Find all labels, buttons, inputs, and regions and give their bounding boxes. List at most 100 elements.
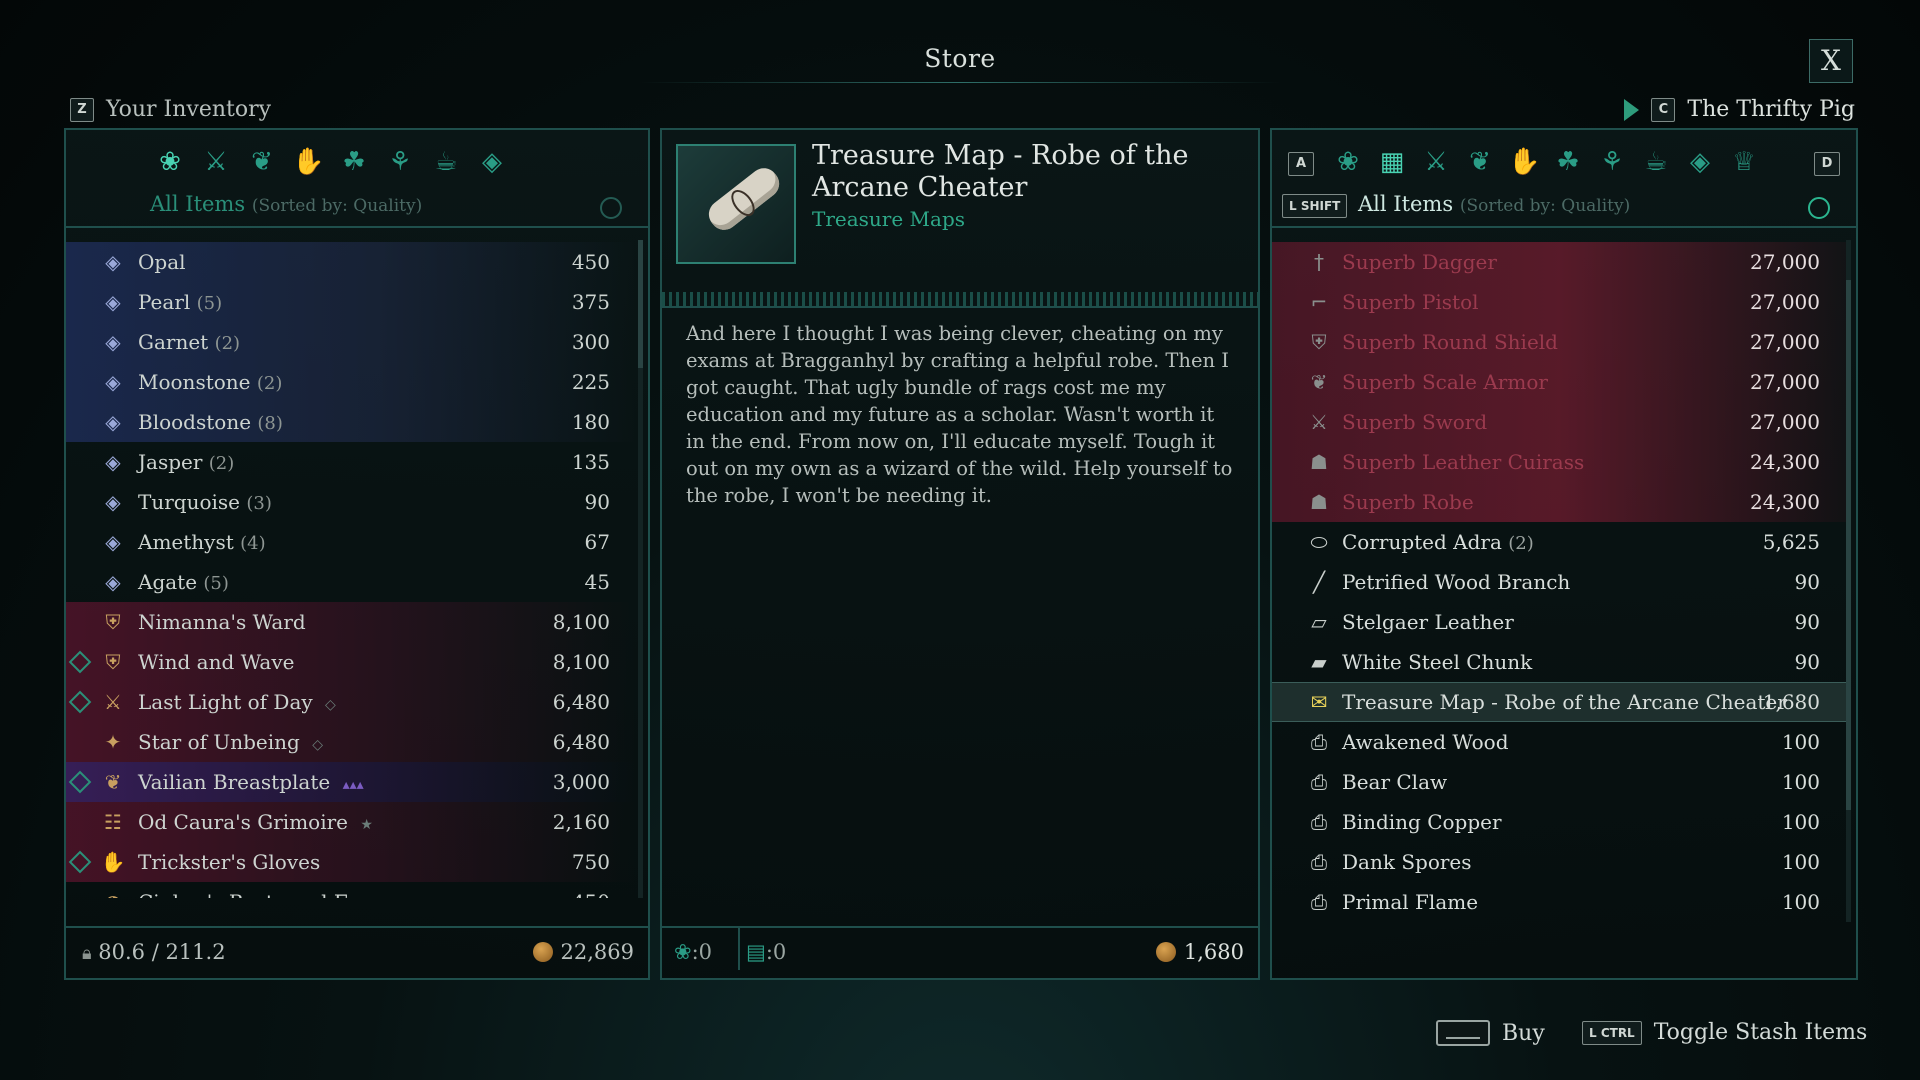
vendor-item-row[interactable]: ▱ Stelgaer Leather 90 (1272, 602, 1846, 642)
accessories-icon[interactable]: ✋ (1508, 146, 1540, 178)
vendor-scrollbar-thumb[interactable] (1846, 280, 1851, 810)
item-price: 6,480 (552, 690, 610, 714)
inventory-item-row[interactable]: ◈ Jasper (2) 135 (66, 442, 636, 482)
vendor-item-row[interactable]: ⛨ Superb Round Shield 27,000 (1272, 322, 1846, 362)
inventory-category-tabs: ❀ ⚔ ❦ ✋ ☘ ⚘ ☕ ◈ (154, 146, 508, 178)
key-hint-a: A (1288, 152, 1314, 176)
buy-label: Buy (1502, 1020, 1545, 1046)
misc-lamp-icon[interactable]: ☕ (430, 146, 462, 178)
vendor-item-row[interactable]: ☗ Superb Robe 24,300 (1272, 482, 1846, 522)
vendor-item-row[interactable]: ⎙ Binding Copper 100 (1272, 802, 1846, 842)
inventory-item-row[interactable]: ◈ Agate (5) 45 (66, 562, 636, 602)
toggle-stash-prompt[interactable]: L CTRL Toggle Stash Items (1582, 1020, 1867, 1045)
accessories-icon[interactable]: ✋ (292, 146, 324, 178)
footer-divider (66, 926, 648, 928)
item-name: Jasper (2) (138, 450, 235, 474)
item-price: 750 (571, 850, 610, 874)
vendor-item-row[interactable]: ⌐ Superb Pistol 27,000 (1272, 282, 1846, 322)
crown-icon[interactable]: ♕ (1728, 146, 1760, 178)
inventory-item-row[interactable]: ◈ Amethyst (4) 67 (66, 522, 636, 562)
vendor-item-row[interactable]: ❦ Superb Scale Armor 27,000 (1272, 362, 1846, 402)
inventory-item-row[interactable]: ⚔ Last Light of Day ◇ 6,480 (66, 682, 636, 722)
all-items-bag-icon[interactable]: ❀ (154, 146, 186, 178)
inventory-item-row[interactable]: ✦ Star of Unbeing ◇ 6,480 (66, 722, 636, 762)
item-price: 300 (571, 330, 610, 354)
inventory-item-row[interactable]: ◈ Opal 450 (66, 242, 636, 282)
inventory-item-row[interactable]: ◈ Moonstone (2) 225 (66, 362, 636, 402)
armor-icon[interactable]: ❦ (246, 146, 278, 178)
treasure-chest-icon[interactable]: ▦ (1376, 146, 1408, 178)
inventory-item-row[interactable]: ✋ Trickster's Gloves 750 (66, 842, 636, 882)
item-name: Cipher's Bestowed Focus (138, 890, 399, 898)
sort-label: (Sorted by: Quality) (1459, 196, 1631, 216)
vendor-item-row[interactable]: ⎙ Awakened Wood 100 (1272, 722, 1846, 762)
vendor-item-row[interactable]: ⎙ Primal Flame 100 (1272, 882, 1846, 922)
inventory-item-row[interactable]: ◈ Turquoise (3) 90 (66, 482, 636, 522)
inventory-item-row[interactable]: ❦ Vailian Breastplate ▴▴▴ 3,000 (66, 762, 636, 802)
pistol-icon: ⌐ (1310, 290, 1328, 314)
ingredients-icon[interactable]: ⚘ (384, 146, 416, 178)
item-name: Moonstone (2) (138, 370, 283, 394)
grimoire-icon: ☷ (104, 810, 122, 834)
vendor-item-row[interactable]: ✉ Treasure Map - Robe of the Arcane Cheat… (1272, 682, 1846, 722)
item-price: 67 (584, 530, 610, 554)
item-name: Wind and Wave (138, 650, 295, 674)
inventory-item-row[interactable]: ◈ Pearl (5) 375 (66, 282, 636, 322)
spacebar-key-icon (1436, 1020, 1490, 1046)
weight-value: 80.6 / 211.2 (98, 940, 226, 964)
sort-settings-icon[interactable] (1808, 197, 1830, 219)
buy-chest-icon: ▤ (746, 940, 766, 964)
footer-divider-vertical (738, 926, 740, 970)
consumables-icon[interactable]: ☘ (338, 146, 370, 178)
close-button[interactable]: X (1809, 39, 1853, 83)
inventory-item-row[interactable]: ⛨ Nimanna's Ward 8,100 (66, 602, 636, 642)
inventory-item-row[interactable]: ⛨ Wind and Wave 8,100 (66, 642, 636, 682)
item-name: Garnet (2) (138, 330, 241, 354)
item-price: 450 (572, 890, 610, 898)
item-name: Primal Flame (1342, 890, 1479, 914)
sort-settings-icon[interactable] (600, 197, 622, 219)
inventory-item-row[interactable]: ☷ Od Caura's Grimoire ★ 2,160 (66, 802, 636, 842)
vendor-filter[interactable]: All Items (Sorted by: Quality) (1358, 192, 1630, 216)
weapons-icon[interactable]: ⚔ (1420, 146, 1452, 178)
branch-icon: ╱ (1312, 570, 1326, 594)
vendor-item-row[interactable]: ▰ White Steel Chunk 90 (1272, 642, 1846, 682)
vendor-item-row[interactable]: ⎙Primal Rock (2)100 (1272, 922, 1846, 926)
gem-icon: ◈ (105, 370, 121, 394)
vendor-item-row[interactable]: ⬭ Corrupted Adra (2) 5,625 (1272, 522, 1846, 562)
gem-icon: ◈ (105, 450, 121, 474)
buy-prompt[interactable]: Buy (1436, 1020, 1545, 1046)
ingredients-icon[interactable]: ⚘ (1596, 146, 1628, 178)
quality-tag-icon: ▴▴▴ (342, 777, 364, 793)
item-count: (5) (196, 293, 223, 314)
inventory-item-row[interactable]: ◈ Bloodstone (8) 180 (66, 402, 636, 442)
item-price: 375 (571, 290, 610, 314)
item-name: Superb Dagger (1342, 250, 1497, 274)
inventory-filter[interactable]: All Items (Sorted by: Quality) (150, 192, 422, 216)
vendor-item-row[interactable]: † Superb Dagger 27,000 (1272, 242, 1846, 282)
misc-lamp-icon[interactable]: ☕ (1640, 146, 1672, 178)
gems-icon[interactable]: ◈ (1684, 146, 1716, 178)
gems-icon[interactable]: ◈ (476, 146, 508, 178)
vendor-item-row[interactable]: ╱ Petrified Wood Branch 90 (1272, 562, 1846, 602)
item-price: 6,480 (552, 730, 610, 754)
consumables-icon[interactable]: ☘ (1552, 146, 1584, 178)
recipe-icon: ⎙ (1311, 770, 1327, 794)
weapons-icon[interactable]: ⚔ (200, 146, 232, 178)
inventory-item-row[interactable]: ◑ Cipher's Bestowed Focus 450 (66, 882, 636, 898)
item-title: Treasure Map - Robe of the Arcane Cheate… (812, 140, 1189, 203)
item-price: 24,300 (1750, 450, 1820, 474)
vendor-item-row[interactable]: ☗ Superb Leather Cuirass 24,300 (1272, 442, 1846, 482)
inventory-scrollbar-thumb[interactable] (638, 240, 643, 368)
item-price: 225 (571, 370, 610, 394)
all-bag-icon[interactable]: ❀ (1332, 146, 1364, 178)
staff-icon: ✦ (104, 730, 122, 754)
vendor-item-row[interactable]: ⚔ Superb Sword 27,000 (1272, 402, 1846, 442)
sword-icon: ⚔ (104, 690, 122, 714)
inventory-panel: ❀ ⚔ ❦ ✋ ☘ ⚘ ☕ ◈ All Items (Sorted by: Qu… (64, 128, 650, 980)
vendor-item-row[interactable]: ⎙ Dank Spores 100 (1272, 842, 1846, 882)
header-divider (1272, 226, 1856, 228)
inventory-item-row[interactable]: ◈ Garnet (2) 300 (66, 322, 636, 362)
vendor-item-row[interactable]: ⎙ Bear Claw 100 (1272, 762, 1846, 802)
armor-icon[interactable]: ❦ (1464, 146, 1496, 178)
